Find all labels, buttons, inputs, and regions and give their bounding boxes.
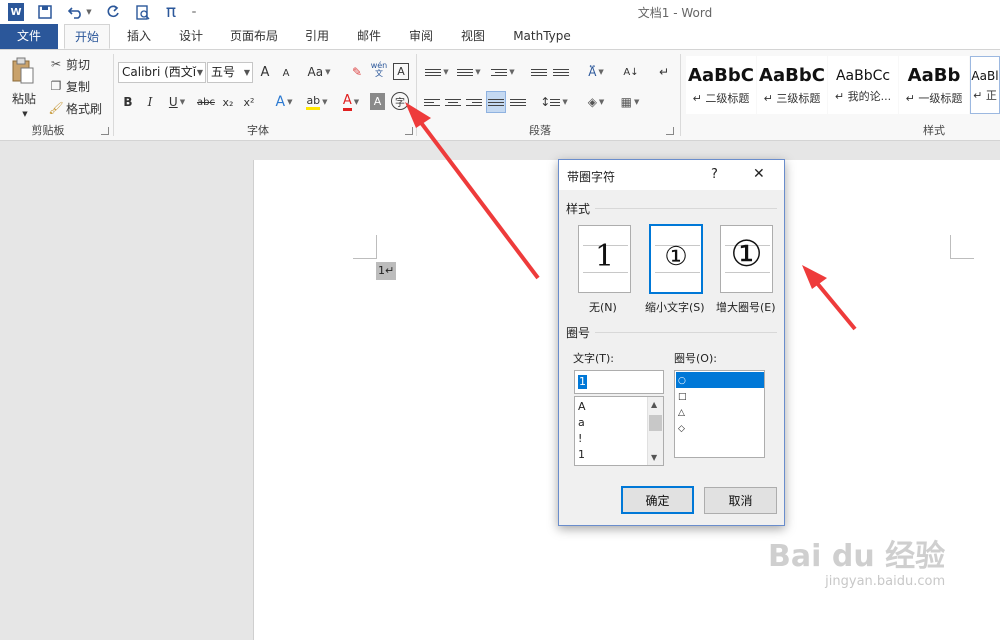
annotation-arrows [405, 102, 857, 331]
baidu-watermark: Bai du 经验 jingyan.baidu.com [768, 539, 946, 590]
arrow-to-enclose-button [405, 102, 540, 280]
watermark-url: jingyan.baidu.com [825, 574, 946, 589]
arrow-to-style-options [802, 265, 857, 331]
watermark-brand: Bai du 经验 [768, 539, 946, 574]
